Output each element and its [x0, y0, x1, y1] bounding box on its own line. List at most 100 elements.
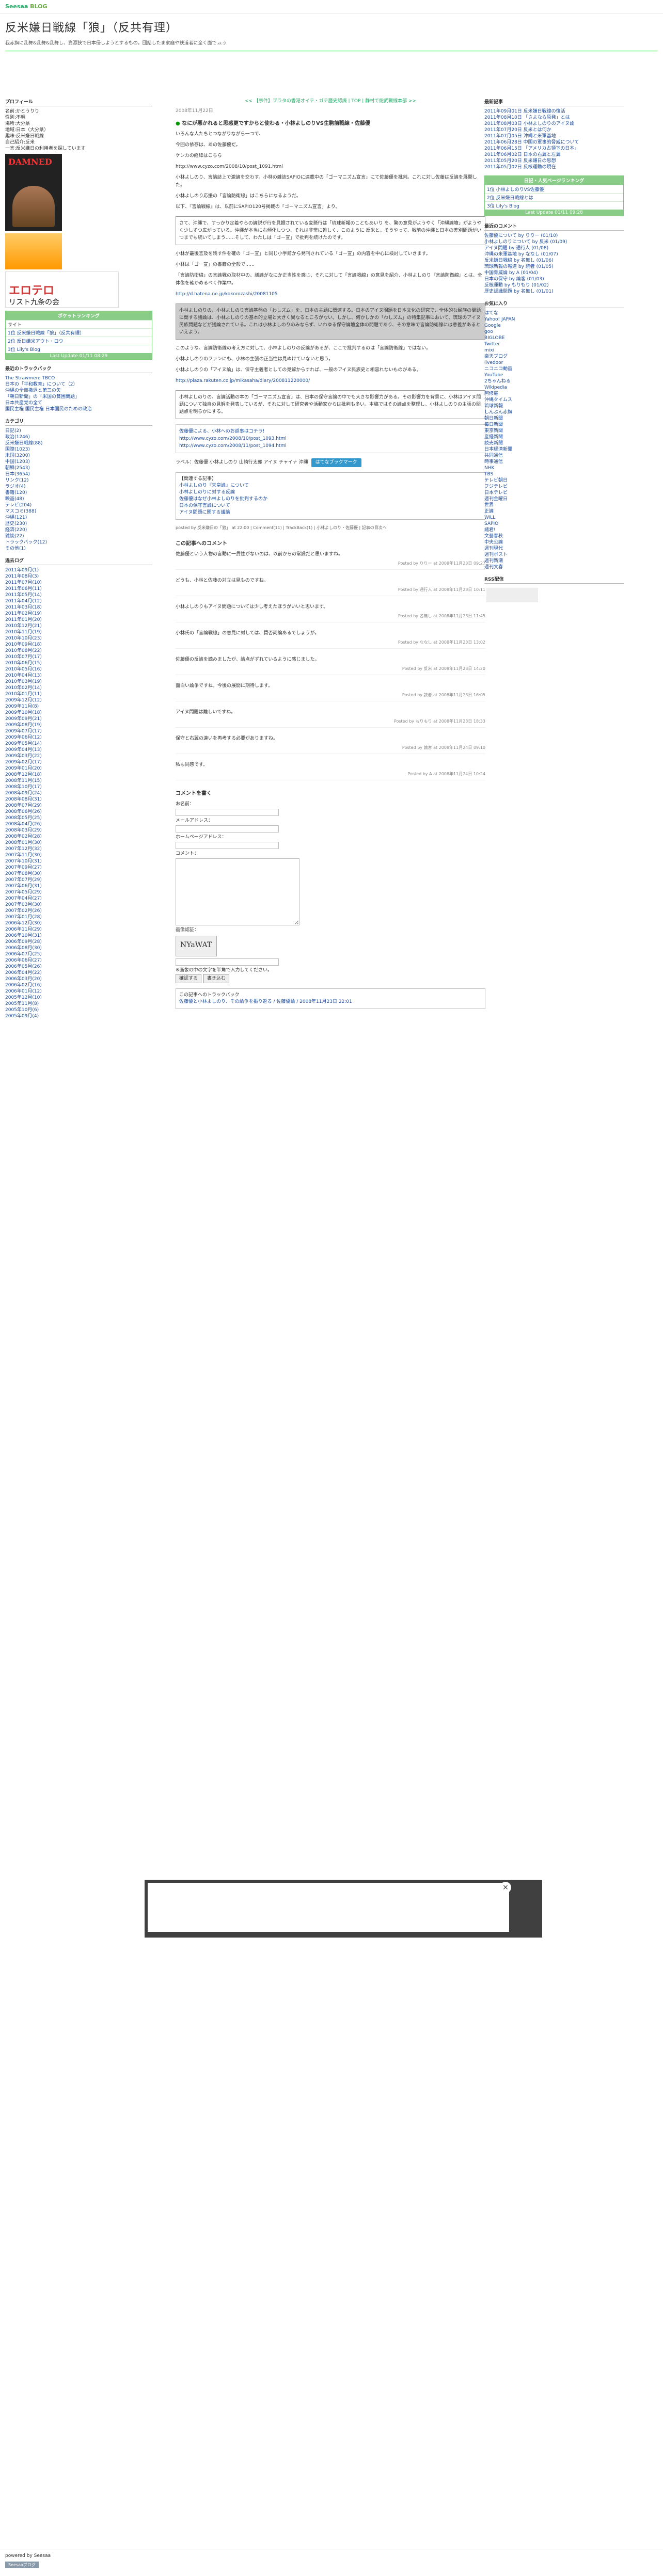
new-post-item[interactable]: 2011年09月01日 反米嫌日戦線の復活	[484, 108, 624, 115]
category-item[interactable]: 沖縄(121)	[5, 515, 152, 521]
archive-item[interactable]: 2007年09月(27)	[5, 865, 152, 871]
favorite-item[interactable]: 日本テレビ	[484, 490, 624, 496]
recent-comment-item[interactable]: 日本の保守 by 論客 (01/03)	[484, 276, 624, 282]
ranking-item[interactable]: 2位 反米嫌日戦線とは	[485, 193, 623, 201]
new-post-item[interactable]: 2011年08月10日 「さよなら原発」とは	[484, 115, 624, 121]
favorite-item[interactable]: NHK	[484, 465, 624, 471]
archive-item[interactable]: 2006年11月(29)	[5, 926, 152, 933]
archive-item[interactable]: 2011年03月(18)	[5, 604, 152, 611]
category-item[interactable]: 米国(3200)	[5, 453, 152, 459]
trackback-item[interactable]: 沖縄の全面撤退と第三の矢	[5, 388, 152, 394]
archive-item[interactable]: 2007年03月(30)	[5, 902, 152, 908]
favorite-item[interactable]: goo	[484, 329, 624, 335]
archive-item[interactable]: 2011年04月(12)	[5, 598, 152, 604]
archive-item[interactable]: 2007年02月(26)	[5, 908, 152, 914]
archive-item[interactable]: 2010年03月(19)	[5, 679, 152, 685]
archive-item[interactable]: 2011年05月(14)	[5, 592, 152, 598]
favorite-item[interactable]: 時事通信	[484, 459, 624, 465]
recent-comment-item[interactable]: 小林よしのりについて by 反米 (01/09)	[484, 239, 624, 245]
captcha-input[interactable]	[176, 958, 279, 966]
book-banner[interactable]: エロテロ リスト九条の会	[5, 271, 119, 308]
favorite-item[interactable]: 朝日新聞	[484, 415, 624, 422]
rss-button[interactable]	[486, 588, 538, 602]
archive-item[interactable]: 2006年03月(20)	[5, 976, 152, 982]
archive-item[interactable]: 2009年12月(12)	[5, 697, 152, 703]
new-post-item[interactable]: 2011年08月03日 小林よしのりのアイヌ論	[484, 121, 624, 127]
category-item[interactable]: リンク(12)	[5, 477, 152, 484]
archive-item[interactable]: 2006年12月(30)	[5, 920, 152, 926]
favorite-item[interactable]: 東京新聞	[484, 428, 624, 434]
favorite-item[interactable]: TBS	[484, 471, 624, 477]
label-text[interactable]: ラベル：佐藤優 小林よしのり 山崎行太郎 アイヌ チャイナ 沖縄	[176, 460, 308, 465]
archive-item[interactable]: 2005年10月(6)	[5, 1007, 152, 1013]
new-post-item[interactable]: 2011年05月02日 反核運動の現在	[484, 164, 624, 170]
favorite-item[interactable]: 中央公論	[484, 539, 624, 546]
archive-item[interactable]: 2008年03月(29)	[5, 827, 152, 834]
archive-item[interactable]: 2006年10月(31)	[5, 933, 152, 939]
archive-item[interactable]: 2008年11月(15)	[5, 778, 152, 784]
favorite-item[interactable]: livedoor	[484, 360, 624, 366]
archive-item[interactable]: 2006年09月(28)	[5, 939, 152, 945]
new-post-item[interactable]: 2011年07月05日 沖縄と米軍基地	[484, 133, 624, 139]
archive-item[interactable]: 2008年07月(29)	[5, 803, 152, 809]
archive-item[interactable]: 2010年12月(21)	[5, 623, 152, 629]
category-item[interactable]: 朝鮮(2543)	[5, 465, 152, 471]
category-item[interactable]: 経済(220)	[5, 527, 152, 533]
recent-comment-item[interactable]: 反米嫌日戦線 by 名無し (01/06)	[484, 258, 624, 264]
favorite-item[interactable]: 毎日新聞	[484, 422, 624, 428]
archive-item[interactable]: 2007年06月(31)	[5, 883, 152, 889]
favorite-item[interactable]: 産経新聞	[484, 434, 624, 440]
trackback-item[interactable]: 「朝日新聞」の「米国の貧困問題」	[5, 394, 152, 400]
archive-item[interactable]: 2007年05月(29)	[5, 889, 152, 895]
recent-comment-item[interactable]: 反核運動 by もりもり (01/02)	[484, 282, 624, 289]
homepage-input[interactable]	[176, 842, 279, 849]
favorite-item[interactable]: 正論	[484, 508, 624, 515]
post-link-3[interactable]: http://plaza.rakuten.co.jp/mikasaha/diar…	[176, 377, 485, 385]
category-item[interactable]: 日本(3654)	[5, 471, 152, 477]
archive-item[interactable]: 2007年12月(32)	[5, 846, 152, 852]
category-item[interactable]: 日記(2)	[5, 428, 152, 434]
related-item[interactable]: 佐藤優はなぜ小林よしのりを批判するのか	[179, 496, 482, 503]
archive-item[interactable]: 2007年01月(28)	[5, 914, 152, 920]
post-link-2[interactable]: http://d.hatena.ne.jp/kokorozashi/200811…	[176, 291, 485, 298]
category-item[interactable]: マスコミ(388)	[5, 508, 152, 515]
blog-title[interactable]: 反米嫌日戦線「狼」（反共有理）	[5, 19, 658, 35]
archive-item[interactable]: 2010年02月(14)	[5, 685, 152, 691]
mail-input[interactable]	[176, 825, 279, 833]
favorite-item[interactable]: ニコニコ動画	[484, 366, 624, 372]
favorite-item[interactable]: しんぶん赤旗	[484, 409, 624, 415]
archive-item[interactable]: 2009年08月(19)	[5, 722, 152, 728]
name-input[interactable]	[176, 809, 279, 816]
favorite-item[interactable]: 週刊文春	[484, 564, 624, 570]
archive-item[interactable]: 2009年11月(8)	[5, 703, 152, 710]
archive-item[interactable]: 2010年08月(22)	[5, 648, 152, 654]
recent-comment-item[interactable]: 中国脅威論 by A (01/04)	[484, 270, 624, 276]
favorite-item[interactable]: 週刊現代	[484, 546, 624, 552]
favorite-item[interactable]: 読売新聞	[484, 440, 624, 446]
archive-item[interactable]: 2005年09月(4)	[5, 1013, 152, 1019]
favorite-item[interactable]: 阿修羅	[484, 391, 624, 397]
favorite-item[interactable]: 文藝春秋	[484, 533, 624, 539]
post-button[interactable]: 書き込む	[203, 974, 230, 983]
favorite-item[interactable]: 沖縄タイムス	[484, 397, 624, 403]
archive-item[interactable]: 2008年05月(25)	[5, 815, 152, 821]
favorite-item[interactable]: はてな	[484, 310, 624, 316]
archive-item[interactable]: 2008年04月(26)	[5, 821, 152, 827]
archive-item[interactable]: 2010年07月(17)	[5, 654, 152, 660]
post-nav[interactable]: << 【事件】ブラタの香港オイテ・ガテ歴史認識 | TOP | 静村で総武戦線本…	[176, 97, 485, 104]
favorite-item[interactable]: フジテレビ	[484, 484, 624, 490]
archive-item[interactable]: 2009年05月(14)	[5, 741, 152, 747]
confirm-button[interactable]: 確認する	[176, 974, 202, 983]
character-image[interactable]	[5, 233, 62, 269]
seesaa-blog-button[interactable]: Seesaaブログ	[5, 2562, 39, 2568]
archive-item[interactable]: 2006年08月(30)	[5, 945, 152, 951]
archive-item[interactable]: 2007年04月(27)	[5, 895, 152, 902]
archive-item[interactable]: 2011年09月(1)	[5, 567, 152, 573]
trackback-item[interactable]: 国民主権 国民主権 日本国民のための政治	[5, 406, 152, 412]
category-item[interactable]: その他(1)	[5, 546, 152, 552]
archive-item[interactable]: 2010年09月(18)	[5, 642, 152, 648]
reply-link[interactable]: http://www.cyzo.com/2008/10/post_1093.ht…	[179, 435, 482, 442]
favorite-item[interactable]: テレビ朝日	[484, 477, 624, 484]
category-item[interactable]: 反米嫌日戦線(88)	[5, 440, 152, 446]
favorite-item[interactable]: 世界	[484, 502, 624, 508]
